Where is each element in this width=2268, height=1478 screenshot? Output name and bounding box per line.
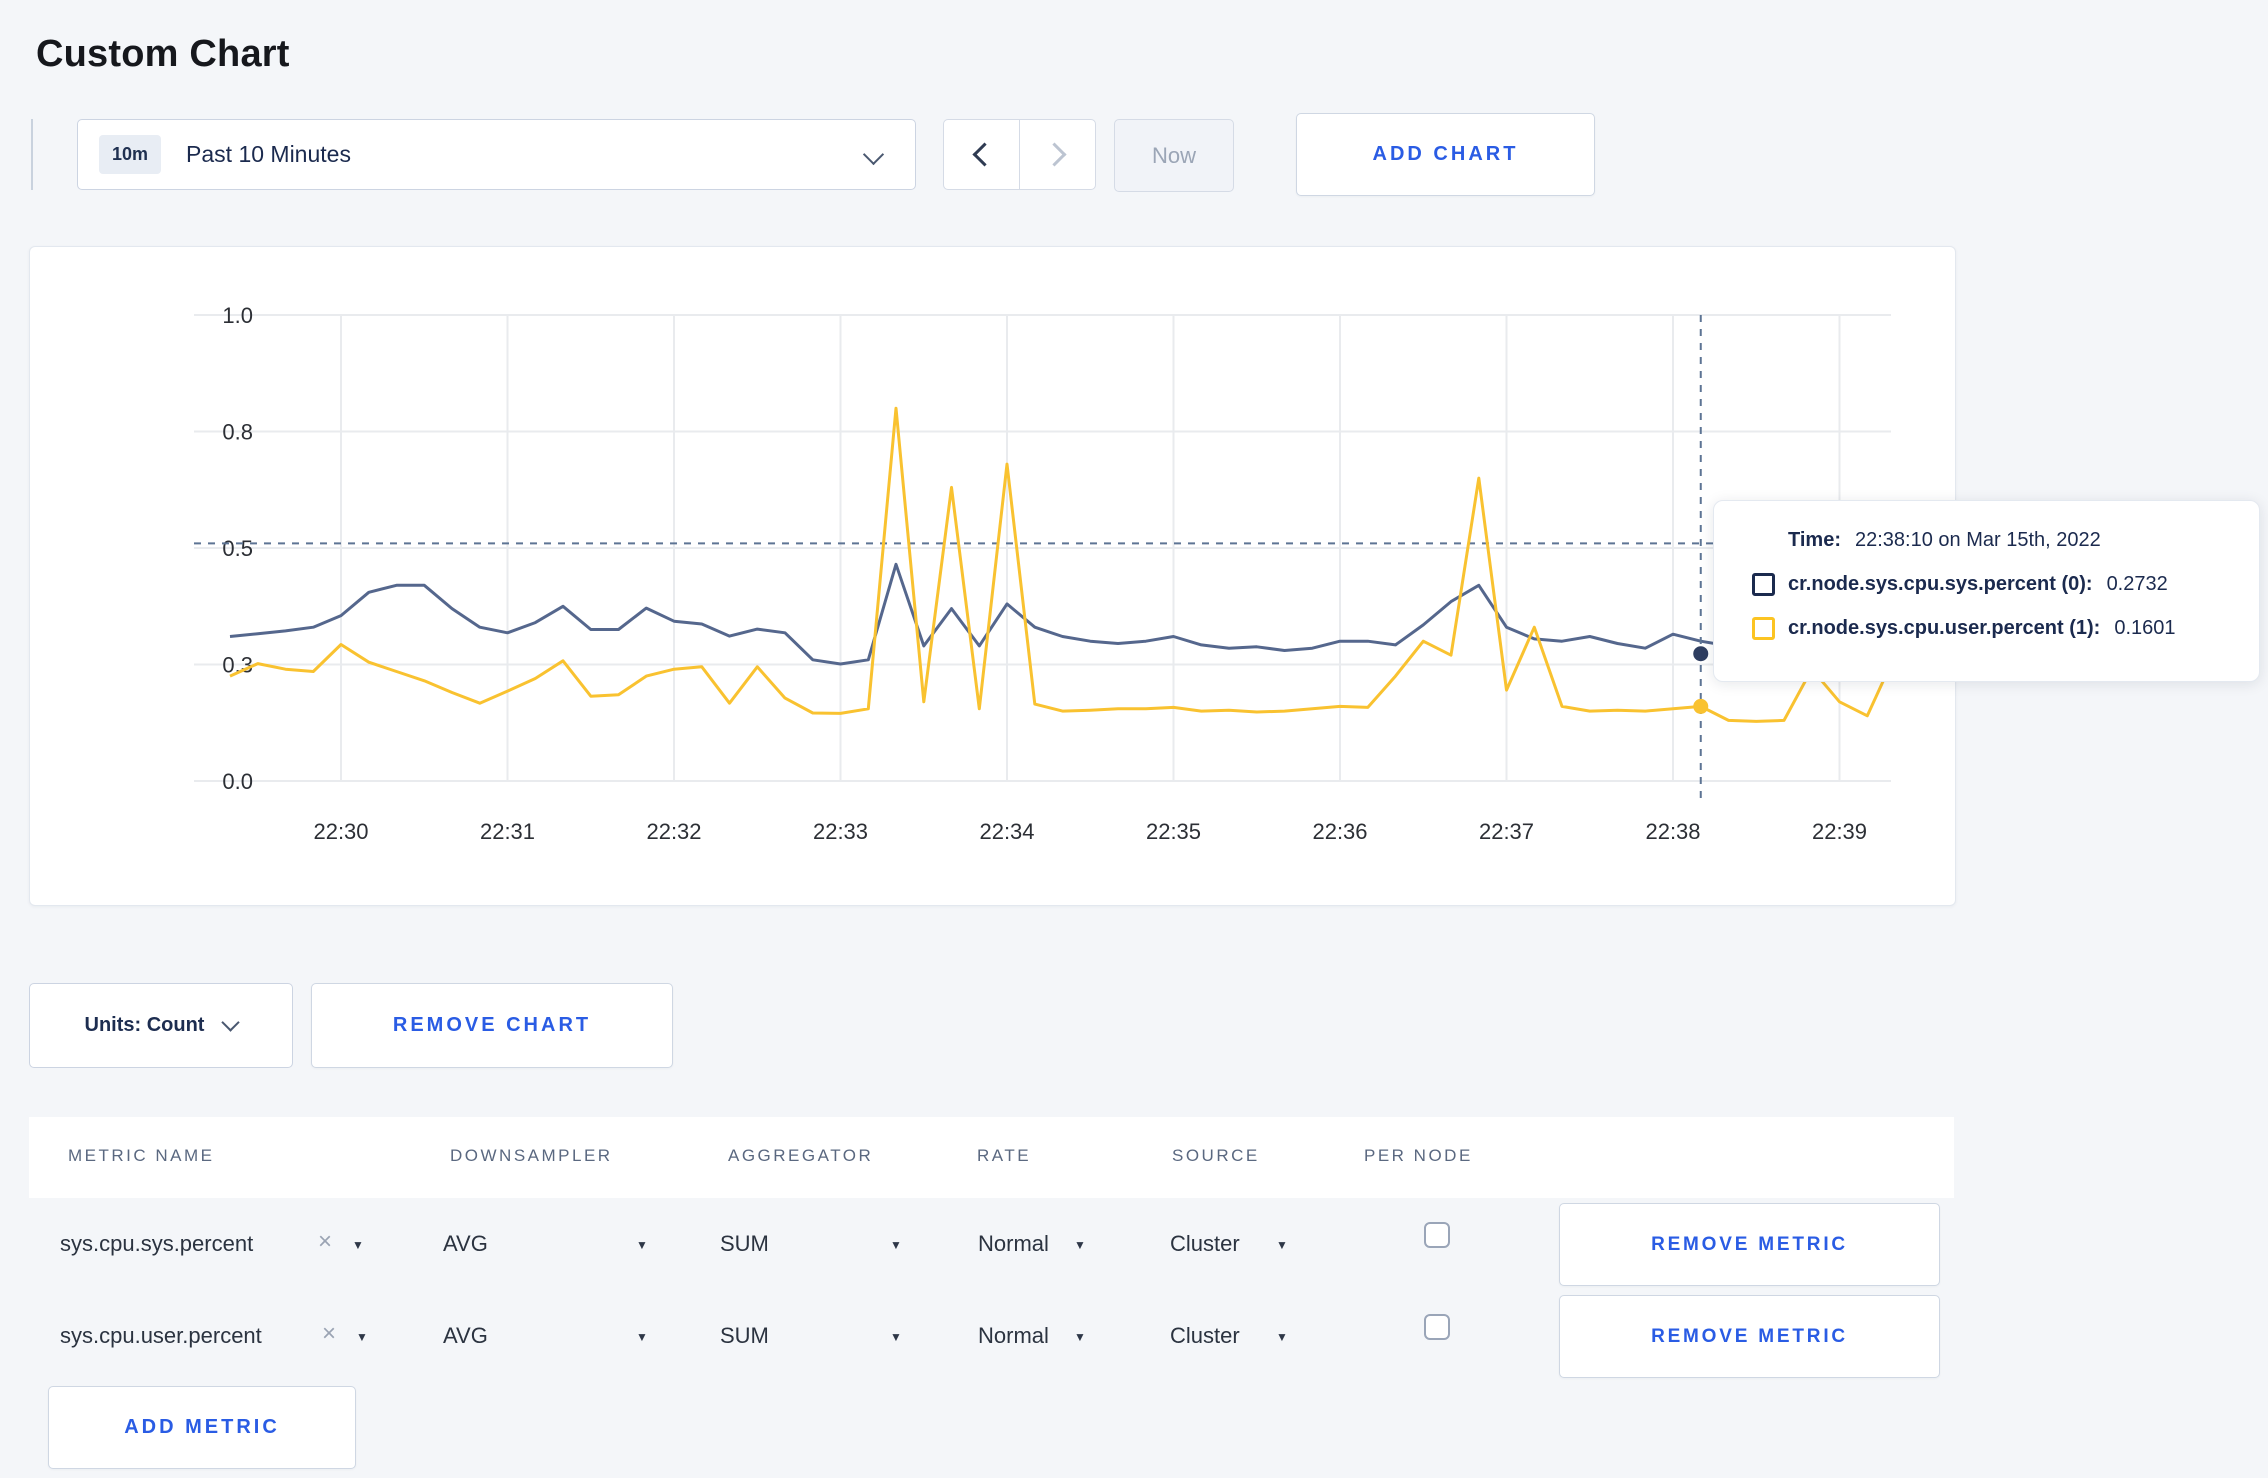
svg-text:22:37: 22:37 [1479,819,1534,844]
svg-text:22:39: 22:39 [1812,819,1867,844]
add-chart-button[interactable]: ADD CHART [1296,113,1595,196]
dropdown-caret-icon[interactable]: ▼ [636,1238,648,1252]
downsampler-select[interactable]: AVG [443,1323,488,1349]
dropdown-caret-icon[interactable]: ▼ [1074,1330,1086,1344]
chevron-down-icon [862,143,885,166]
tooltip-series-row: cr.node.sys.cpu.sys.percent (0): 0.2732 [1752,573,2259,596]
dropdown-caret-icon[interactable]: ▼ [1276,1330,1288,1344]
time-back-button[interactable] [944,120,1020,189]
remove-metric-name-icon[interactable]: × [322,1322,336,1346]
now-button[interactable]: Now [1114,119,1234,192]
svg-text:22:38: 22:38 [1645,819,1700,844]
chart-tooltip: Time: 22:38:10 on Mar 15th, 2022 cr.node.… [1713,500,2260,682]
rate-select[interactable]: Normal [978,1231,1049,1257]
metric-name-select[interactable]: sys.cpu.sys.percent [60,1231,253,1257]
dropdown-caret-icon[interactable]: ▼ [636,1330,648,1344]
svg-text:22:34: 22:34 [979,819,1034,844]
time-forward-button[interactable] [1020,120,1095,189]
custom-chart-page: Custom Chart 10m Past 10 Minutes Now ADD… [0,0,2268,1478]
svg-text:0.0: 0.0 [222,769,253,794]
time-range-select[interactable]: 10m Past 10 Minutes [77,119,916,190]
dropdown-caret-icon[interactable]: ▼ [352,1238,364,1252]
chart-card: 0.0 0.3 0.5 0.8 1.0 22:30 22:31 22:32 22:33 22:34… [29,246,1956,906]
svg-text:0.8: 0.8 [222,420,253,445]
metrics-table-header: METRIC NAME DOWNSAMPLER AGGREGATOR RATE … [29,1117,1954,1198]
svg-text:22:36: 22:36 [1312,819,1367,844]
remove-metric-button[interactable]: REMOVE METRIC [1559,1203,1940,1286]
svg-text:22:32: 22:32 [646,819,701,844]
dropdown-caret-icon[interactable]: ▼ [356,1330,368,1344]
tooltip-series-label: cr.node.sys.cpu.sys.percent (0): [1788,573,2093,595]
time-range-badge: 10m [99,135,162,174]
per-node-checkbox[interactable] [1424,1222,1450,1248]
page-title: Custom Chart [36,33,290,76]
tooltip-time-value: 22:38:10 on Mar 15th, 2022 [1854,529,2101,551]
dropdown-caret-icon[interactable]: ▼ [1074,1238,1086,1252]
remove-metric-button[interactable]: REMOVE METRIC [1559,1295,1940,1378]
metric-name-select[interactable]: sys.cpu.user.percent [60,1323,262,1349]
svg-text:22:35: 22:35 [1146,819,1201,844]
chevron-left-icon [972,142,997,167]
column-header-downsampler: DOWNSAMPLER [450,1146,613,1165]
tooltip-series-value: 0.1601 [2114,617,2176,639]
remove-chart-button[interactable]: REMOVE CHART [311,983,673,1068]
timeseries-chart[interactable]: 0.00.30.50.81.022:30 22:31 22:32 22:33 22:34… [30,247,1955,905]
source-select[interactable]: Cluster [1170,1231,1240,1257]
chevron-down-icon [221,1013,241,1032]
per-node-checkbox[interactable] [1424,1314,1450,1340]
time-nav-group [943,119,1096,190]
tooltip-time-row: Time: 22:38:10 on Mar 15th, 2022 [1788,529,2259,552]
tooltip-series-row: cr.node.sys.cpu.user.percent (1): 0.1601 [1752,617,2259,640]
aggregator-select[interactable]: SUM [720,1231,769,1257]
dropdown-caret-icon[interactable]: ▼ [1276,1238,1288,1252]
tooltip-series-label: cr.node.sys.cpu.user.percent (1): [1788,617,2101,639]
svg-text:22:33: 22:33 [813,819,868,844]
series-marker-icon [1752,617,1775,640]
tooltip-series-value: 0.2732 [2106,573,2168,595]
rate-select[interactable]: Normal [978,1323,1049,1349]
svg-text:0.5: 0.5 [222,536,253,561]
svg-text:22:31: 22:31 [480,819,535,844]
dropdown-caret-icon[interactable]: ▼ [890,1330,902,1344]
tooltip-time-label: Time: [1788,529,1841,551]
source-select[interactable]: Cluster [1170,1323,1240,1349]
downsampler-select[interactable]: AVG [443,1231,488,1257]
dropdown-caret-icon[interactable]: ▼ [890,1238,902,1252]
time-range-label: Past 10 Minutes [186,141,351,167]
column-header-source: SOURCE [1172,1146,1260,1165]
svg-text:1.0: 1.0 [222,303,253,328]
toolbar-divider [31,119,33,190]
column-header-metric-name: METRIC NAME [68,1146,215,1165]
add-metric-button[interactable]: ADD METRIC [48,1386,356,1469]
chevron-right-icon [1042,142,1067,167]
units-label: Units: Count [84,1014,205,1036]
remove-metric-name-icon[interactable]: × [318,1230,332,1254]
aggregator-select[interactable]: SUM [720,1323,769,1349]
svg-text:22:30: 22:30 [313,819,368,844]
column-header-rate: RATE [977,1146,1032,1165]
column-header-per-node: PER NODE [1364,1146,1473,1165]
series-marker-icon [1752,573,1775,596]
column-header-aggregator: AGGREGATOR [728,1146,874,1165]
units-select[interactable]: Units: Count [29,983,293,1068]
